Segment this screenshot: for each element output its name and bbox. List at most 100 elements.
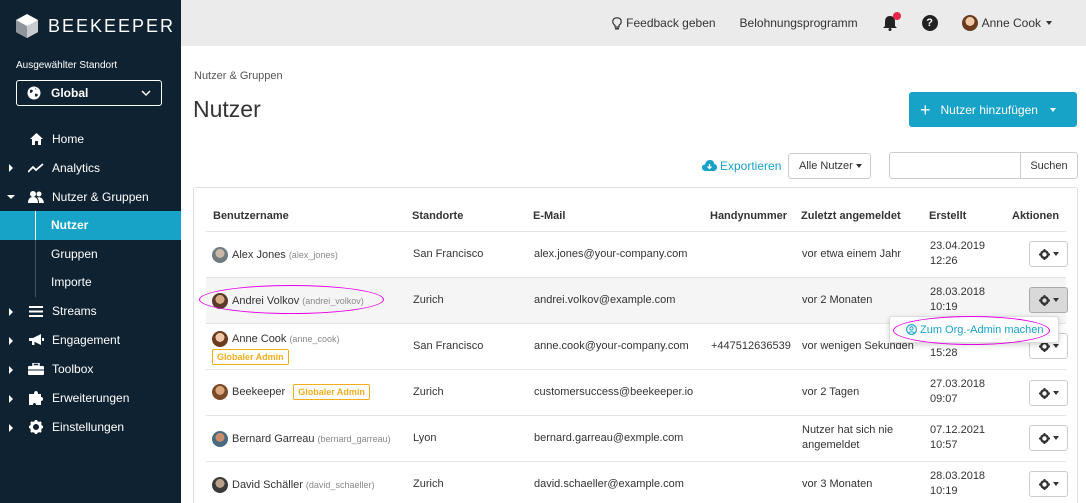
help-button[interactable]: ?: [921, 15, 938, 31]
add-user-button[interactable]: + Nutzer hinzufügen: [909, 92, 1077, 127]
brand-logo[interactable]: BEEKEEPER: [16, 14, 175, 38]
user-handle: (david_schaeller): [305, 479, 375, 490]
sidebar-item-extensions[interactable]: Erweiterungen: [0, 384, 181, 413]
email-cell: alex.jones@your-company.com: [534, 248, 688, 260]
lightbulb-icon: [612, 16, 622, 29]
column-header-created[interactable]: Erstellt: [929, 210, 966, 222]
column-header-locations[interactable]: Standorte: [412, 210, 463, 222]
row-actions-button[interactable]: [1029, 287, 1068, 313]
export-link[interactable]: Exportieren: [702, 159, 781, 173]
email-cell: andrei.volkov@example.com: [534, 294, 676, 306]
add-user-label: Nutzer hinzufügen: [940, 102, 1038, 117]
sidebar-item-home[interactable]: Home: [0, 124, 181, 153]
global-admin-badge: Globaler Admin: [212, 349, 289, 365]
row-actions-button[interactable]: [1029, 425, 1068, 451]
user-name[interactable]: Bernard Garreau: [232, 432, 315, 447]
toolbox-icon: [28, 362, 44, 376]
users-icon: [28, 190, 44, 204]
search-button[interactable]: Suchen: [1020, 152, 1078, 179]
users-table: Benutzername Standorte E-Mail Handynumme…: [193, 187, 1078, 503]
sidebar-item-toolbox[interactable]: Toolbox: [0, 355, 181, 384]
notifications-button[interactable]: [882, 12, 901, 31]
created-date: 27.03.2018: [930, 378, 986, 390]
location-cell: Lyon: [413, 432, 437, 444]
created-time: 12:26: [930, 255, 958, 267]
sidebar-item-users-groups[interactable]: Nutzer & Gruppen: [0, 182, 181, 211]
username-cell: Alex Jones (alex_jones): [212, 247, 338, 263]
global-admin-badge: Globaler Admin: [293, 384, 370, 400]
sidebar-item-analytics[interactable]: Analytics: [0, 153, 181, 182]
chevron-down-icon: [7, 195, 15, 199]
avatar: [212, 293, 228, 309]
location-select[interactable]: Global: [16, 80, 162, 106]
filter-value: Alle Nutzer: [799, 160, 853, 172]
column-header-email[interactable]: E-Mail: [533, 210, 565, 222]
created-date: 28.03.2018: [930, 286, 986, 298]
gear-icon: [1038, 387, 1050, 399]
user-menu[interactable]: Anne Cook: [961, 15, 1052, 31]
sidebar-item-label: Erweiterungen: [52, 391, 130, 405]
rewards-link[interactable]: Belohnungsprogramm: [740, 16, 858, 30]
sidebar-item-label: Nutzer & Gruppen: [52, 189, 149, 204]
email-cell: david.schaeller@example.com: [534, 478, 684, 490]
breadcrumb[interactable]: Nutzer & Gruppen: [194, 70, 283, 82]
user-name[interactable]: Beekeeper: [232, 385, 285, 400]
user-name[interactable]: David Schäller: [232, 478, 303, 493]
sidebar-item-gruppen[interactable]: Gruppen: [0, 239, 181, 269]
caret-down-icon: [1046, 21, 1052, 25]
sidebar: BEEKEEPER Ausgewählter Standort Global H…: [0, 0, 181, 503]
avatar: [212, 384, 228, 400]
megaphone-icon: [28, 333, 44, 347]
table-row: Alex Jones (alex_jones) San Francisco al…: [206, 231, 1068, 277]
analytics-icon: [28, 161, 44, 175]
export-label: Exportieren: [720, 159, 782, 173]
user-handle: (alex_jones): [288, 249, 338, 260]
make-org-admin-item[interactable]: Zum Org.-Admin machen: [920, 324, 1043, 336]
last-login-cell: vor 2 Monaten: [802, 294, 873, 306]
sidebar-item-settings[interactable]: Einstellungen: [0, 413, 181, 442]
top-bar: Feedback geben Belohnungsprogramm ? Anne…: [181, 0, 1086, 46]
table-row: David Schäller (david_schaeller) Zurich …: [206, 461, 1068, 503]
sidebar-subitem-label: Nutzer: [51, 218, 89, 233]
created-time: 10:57: [930, 439, 958, 451]
beekeeper-logo-icon: [16, 14, 38, 38]
chevron-right-icon: [9, 307, 13, 316]
caret-down-icon: [1052, 344, 1059, 348]
user-name[interactable]: Andrei Volkov: [232, 294, 299, 309]
sidebar-item-engagement[interactable]: Engagement: [0, 326, 181, 355]
sidebar-item-nutzer[interactable]: Nutzer: [0, 211, 181, 240]
chevron-right-icon: [9, 423, 13, 432]
chevron-right-icon: [9, 365, 13, 374]
row-actions-button[interactable]: [1029, 471, 1068, 497]
search-input[interactable]: [889, 152, 1021, 179]
user-name[interactable]: Anne Cook: [232, 332, 286, 347]
phone-cell: +447512636539: [711, 340, 791, 352]
created-cell: 07.12.2021 10:57: [930, 423, 985, 453]
table-row: Beekeeper Globaler Admin Zurich customer…: [206, 369, 1068, 415]
caret-down-icon: [1052, 298, 1059, 302]
column-header-phone[interactable]: Handynummer: [710, 210, 787, 222]
column-header-username[interactable]: Benutzername: [213, 210, 289, 222]
caret-down-icon: [1052, 436, 1059, 440]
sidebar-item-streams[interactable]: Streams: [0, 297, 181, 326]
user-handle: (bernard_garreau): [317, 433, 391, 444]
sidebar-item-importe[interactable]: Importe: [0, 268, 181, 297]
brand-name: BEEKEEPER: [48, 15, 176, 36]
username-cell: Andrei Volkov (andrei_volkov): [212, 293, 364, 309]
row-actions-button[interactable]: [1029, 241, 1068, 267]
avatar: [212, 477, 228, 493]
feedback-link[interactable]: Feedback geben: [612, 16, 716, 30]
user-name[interactable]: Alex Jones: [232, 248, 286, 263]
page-title: Nutzer: [193, 96, 261, 122]
user-filter-select[interactable]: Alle Nutzer: [788, 153, 871, 179]
table-row: Bernard Garreau (bernard_garreau) Lyon b…: [206, 415, 1068, 461]
row-actions-button[interactable]: [1029, 380, 1068, 406]
location-value: Global: [51, 86, 89, 100]
column-header-last-login[interactable]: Zuletzt angemeldet: [801, 210, 901, 222]
created-cell: 28.03.2018 10:19: [930, 285, 985, 315]
column-header-actions: Aktionen: [1012, 210, 1060, 222]
created-cell: 23.04.2019 12:26: [930, 239, 985, 269]
email-cell: bernard.garreau@exmple.com: [534, 432, 684, 444]
puzzle-icon: [28, 391, 44, 405]
streams-icon: [28, 304, 44, 318]
